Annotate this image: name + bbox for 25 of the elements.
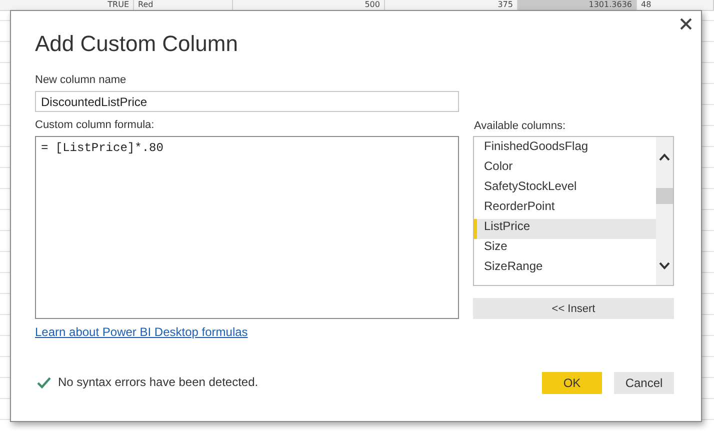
status-message: No syntax errors have been detected. [58,375,258,389]
checkmark-icon [37,377,51,389]
ok-button[interactable]: OK [542,372,602,394]
close-icon[interactable] [680,18,692,30]
scrollbar[interactable] [656,137,673,285]
table-cell: 1301.3636 [518,0,637,10]
help-link[interactable]: Learn about Power BI Desktop formulas [35,325,248,339]
list-label: Available columns: [474,120,566,132]
list-item[interactable]: SizeRange [474,259,657,279]
column-name-field[interactable]: DiscountedListPrice [35,91,459,112]
scrollbar-thumb[interactable] [656,188,673,204]
cancel-button[interactable]: Cancel [614,372,674,394]
list-item[interactable]: SafetyStockLevel [474,179,657,199]
list-item[interactable]: Color [474,159,657,179]
insert-button[interactable]: << Insert [473,298,674,319]
chevron-down-icon[interactable] [659,262,670,270]
list-item[interactable]: ReorderPoint [474,199,657,219]
dialog-title: Add Custom Column [35,31,238,57]
chevron-up-icon[interactable] [659,153,670,161]
formula-field[interactable]: = [ListPrice]*.80 [35,136,459,319]
list-item[interactable]: Size [474,239,657,259]
field-label: New column name [35,74,126,86]
field-label: Custom column formula: [35,119,154,131]
list-item[interactable]: ListPrice [474,219,657,239]
list-item[interactable]: FinishedGoodsFlag [474,139,657,159]
